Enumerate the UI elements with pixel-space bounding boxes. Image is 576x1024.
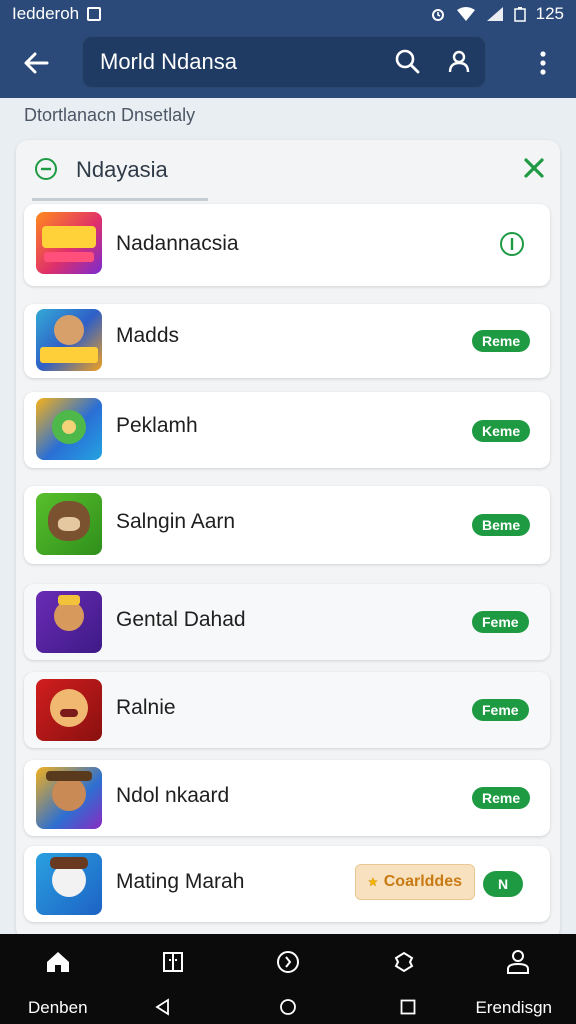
wifi-icon [456,7,475,21]
status-badge: Reme [472,787,531,809]
title-underline [32,198,208,201]
list-item[interactable]: Peklamh Keme [24,392,550,468]
search-text: Morld Ndansa [100,49,237,74]
system-back-button[interactable] [152,996,174,1018]
status-badge: Keme [472,420,531,442]
list-item[interactable]: Salngin Aarn Beme [24,486,550,564]
nav-home[interactable] [44,948,72,976]
item-label: Mating Marah [116,870,245,893]
arrow-left-icon [24,52,49,74]
notification-icon [87,7,102,21]
puzzle-icon [394,951,414,973]
app-thumbnail [36,309,102,371]
nav-label-right: Erendisgn [475,998,552,1017]
nav-explore[interactable] [390,948,418,976]
status-bar: Iedderoh 125 [0,0,576,28]
app-thumbnail [36,493,102,555]
status-badge: N [483,871,523,897]
circle-home-icon [280,999,296,1015]
system-recents-button[interactable] [397,996,419,1018]
list-item[interactable]: Ndol nkaard Reme [24,760,550,836]
app-thumbnail [36,591,102,653]
coin-icon [277,951,299,973]
home-icon [47,952,69,972]
system-home-button[interactable] [277,996,299,1018]
list-item[interactable]: Ralnie Feme [24,672,550,748]
panel-title: Ndayasia [76,157,168,182]
item-label: Ralnie [116,696,176,719]
item-label: Peklamh [116,414,198,437]
status-badge: Beme [472,514,531,536]
list-item[interactable]: Madds Reme [24,304,550,378]
book-icon [163,952,183,972]
collect-button-label: Coarlddes [383,873,462,890]
list-item[interactable]: Gental Dahad Feme [24,584,550,660]
item-label: Salngin Aarn [116,510,236,533]
star-icon [368,877,378,887]
item-label: Gental Dahad [116,608,246,631]
nav-label-left: Denben [28,998,88,1017]
panel-header: Ndayasia [16,140,560,202]
triangle-back-icon [155,998,169,1016]
app-thumbnail [36,853,102,915]
item-label: Madds [116,324,180,347]
app-thumbnail [36,398,102,460]
nav-profile[interactable] [504,948,532,976]
status-badge: Reme [472,330,531,352]
item-label: Ndol nkaard [116,784,230,807]
list-panel: Ndayasia Nadannacsia Madds Reme Peklamh … [16,140,560,940]
bottom-navigation: Denben Erendisgn [0,934,576,1024]
item-label: Nadannacsia [116,232,239,255]
list-item[interactable]: Nadannacsia [24,204,550,286]
list-item[interactable]: Mating Marah Coarlddes N [24,846,550,922]
overflow-menu-button[interactable] [530,48,556,78]
nav-rewards[interactable] [274,948,302,976]
user-icon[interactable] [446,48,472,74]
status-badge: Feme [472,699,529,721]
nav-library[interactable] [159,948,187,976]
app-thumbnail [36,679,102,741]
more-vertical-icon [540,51,546,75]
app-thumbnail [36,767,102,829]
app-bar: Morld Ndansa [0,28,576,98]
square-recents-icon [400,999,416,1015]
collect-button[interactable]: Coarlddes [355,864,475,900]
person-icon [507,950,529,974]
alarm-icon [431,9,444,21]
battery-icon [513,7,526,22]
status-badge: Feme [472,611,529,633]
section-subtitle: Dtortlanacn Dnsetlaly [24,105,196,125]
status-left-text: Iedderoh [12,4,80,23]
close-icon[interactable] [522,156,546,180]
back-button[interactable] [16,46,56,80]
signal-icon [486,7,503,21]
search-field[interactable]: Morld Ndansa [82,36,486,88]
status-time: 125 [535,4,564,23]
collapse-icon[interactable] [34,157,58,181]
app-thumbnail [36,212,102,274]
info-icon[interactable] [498,230,526,258]
search-icon[interactable] [394,48,420,74]
